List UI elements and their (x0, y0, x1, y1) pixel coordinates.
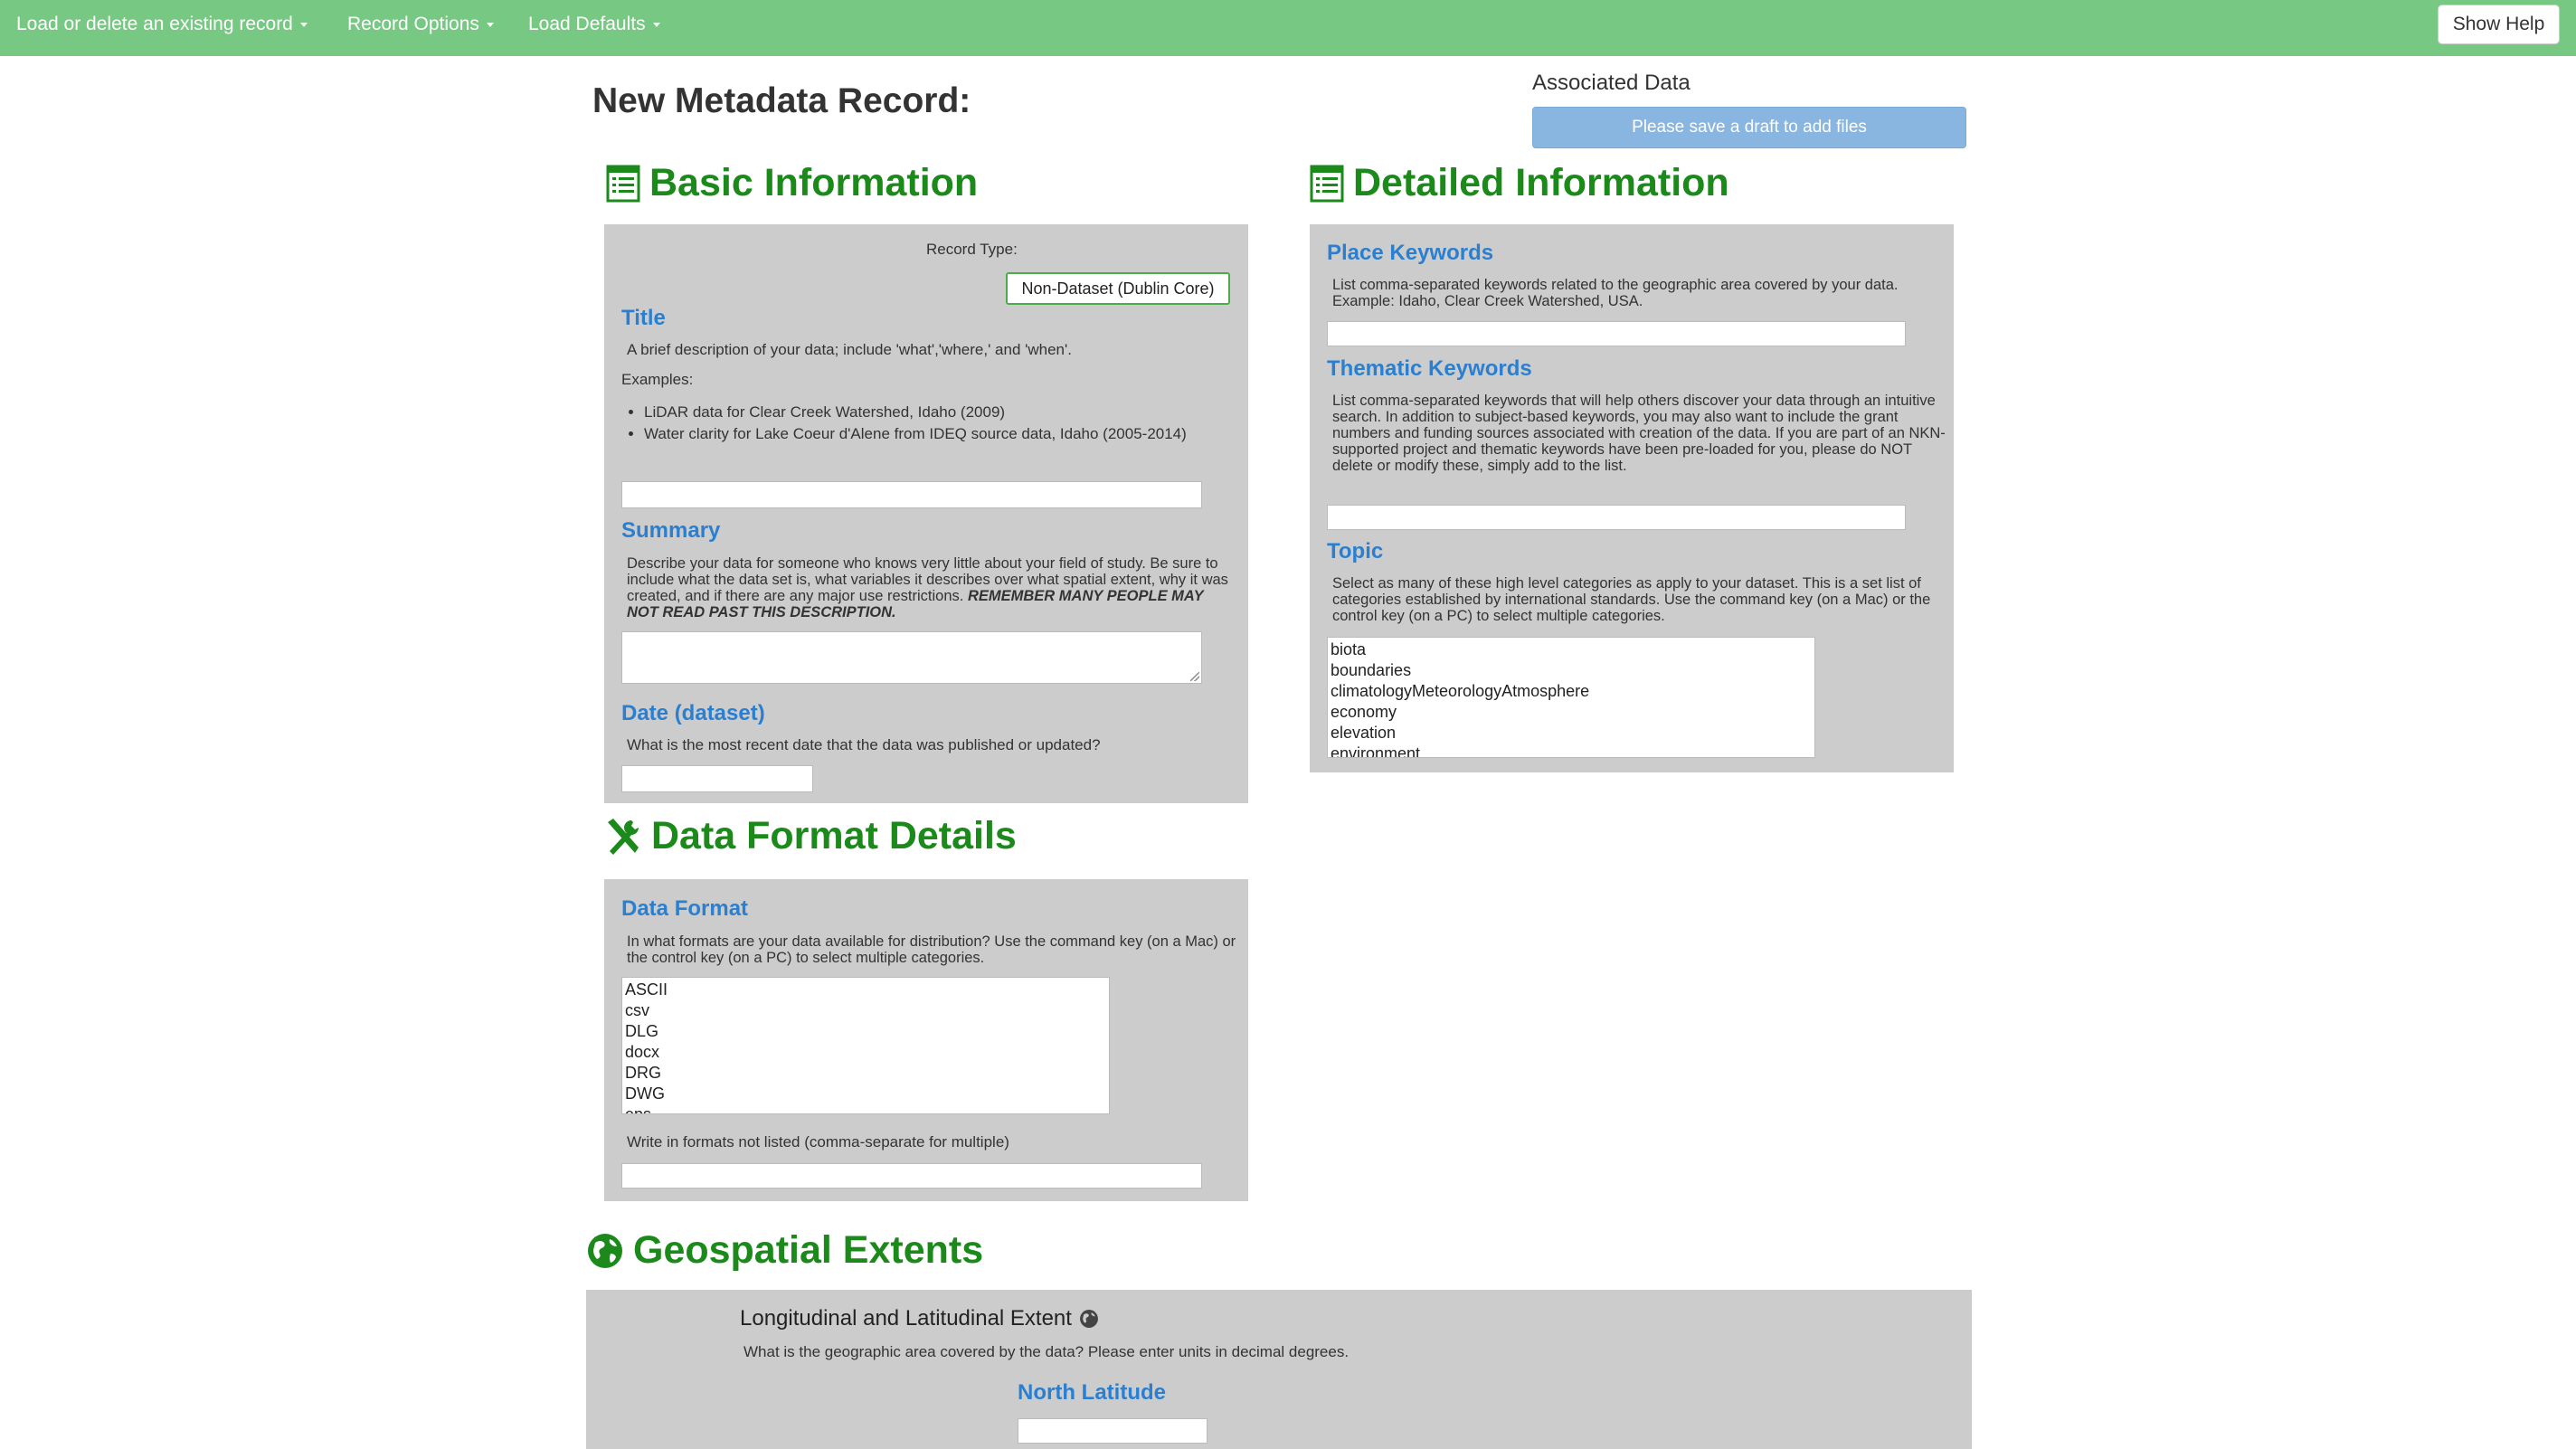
topic-label: Topic (1327, 539, 1384, 564)
geospatial-extents-title: Geospatial Extents (633, 1228, 984, 1272)
topic-option[interactable]: climatologyMeteorologyAtmosphere (1331, 681, 1812, 702)
nav-record-options-label: Record Options (347, 14, 479, 34)
title-examples-list: LiDAR data for Clear Creek Watershed, Id… (624, 402, 1230, 445)
basic-information-heading: Basic Information (606, 161, 978, 205)
nav-load-delete-label: Load or delete an existing record (16, 14, 293, 34)
list-icon (606, 165, 640, 202)
detailed-information-panel: Place Keywords List comma-separated keyw… (1310, 224, 1954, 772)
basic-information-panel: Record Type: Non-Dataset (Dublin Core) T… (604, 224, 1248, 803)
associated-data-label: Associated Data (1532, 71, 1690, 95)
geospatial-help: What is the geographic area covered by t… (743, 1343, 1350, 1360)
date-field-label: Date (dataset) (621, 701, 765, 725)
data-format-option[interactable]: docx (625, 1042, 1106, 1063)
nav-load-defaults-label: Load Defaults (528, 14, 646, 34)
lon-lat-extent-label: Longitudinal and Latitudinal Extent (740, 1306, 1072, 1331)
examples-label: Examples: (621, 371, 694, 388)
detailed-information-heading: Detailed Information (1310, 161, 1729, 205)
summary-field-label: Summary (621, 518, 721, 543)
geospatial-extents-panel: Longitudinal and Latitudinal Extent What… (586, 1290, 1972, 1449)
caret-down-icon (486, 22, 494, 27)
nav-load-delete-record[interactable]: Load or delete an existing record (16, 0, 308, 49)
thematic-keywords-help: List comma-separated keywords that will … (1332, 393, 1946, 474)
date-help: What is the most recent date that the da… (627, 736, 1101, 753)
caret-down-icon (299, 22, 308, 27)
data-format-details-title: Data Format Details (651, 814, 1017, 857)
summary-textarea[interactable] (621, 631, 1202, 684)
place-keywords-help: List comma-separated keywords related to… (1332, 277, 1899, 309)
data-format-panel: Data Format In what formats are your dat… (604, 879, 1248, 1201)
thematic-keywords-label: Thematic Keywords (1327, 356, 1532, 381)
title-example-item: Water clarity for Lake Coeur d'Alene fro… (644, 423, 1230, 445)
place-keywords-label: Place Keywords (1327, 241, 1494, 265)
data-format-help: In what formats are your data available … (627, 933, 1236, 966)
save-draft-to-add-files-button[interactable]: Please save a draft to add files (1532, 107, 1966, 148)
write-in-formats-label: Write in formats not listed (comma-separ… (627, 1133, 1009, 1151)
nav-load-defaults[interactable]: Load Defaults (528, 0, 660, 49)
show-help-button[interactable]: Show Help (2438, 5, 2560, 44)
caret-down-icon (652, 22, 660, 27)
data-format-field-label: Data Format (621, 896, 749, 921)
title-input[interactable] (621, 481, 1202, 508)
date-input[interactable] (621, 765, 813, 792)
data-format-option[interactable]: DRG (625, 1063, 1106, 1084)
north-latitude-label: North Latitude (1018, 1380, 1166, 1405)
lon-lat-extent-heading: Longitudinal and Latitudinal Extent (740, 1306, 1099, 1331)
nav-record-options[interactable]: Record Options (347, 0, 494, 49)
data-format-option[interactable]: eps (625, 1104, 1106, 1113)
topic-option[interactable]: elevation (1331, 723, 1812, 743)
topic-option[interactable]: biota (1331, 639, 1812, 660)
page-title: New Metadata Record: (592, 81, 971, 120)
data-format-option[interactable]: DLG (625, 1021, 1106, 1042)
summary-help: Describe your data for someone who knows… (627, 555, 1233, 620)
data-format-option[interactable]: csv (625, 1000, 1106, 1021)
wrench-screwdriver-icon (608, 818, 639, 855)
data-format-details-heading: Data Format Details (604, 814, 1017, 858)
data-format-option[interactable]: ASCII (625, 980, 1106, 1000)
topic-option[interactable]: economy (1331, 702, 1812, 723)
top-navbar: Load or delete an existing record Record… (0, 0, 2576, 56)
place-keywords-input[interactable] (1327, 321, 1906, 346)
data-format-listbox[interactable]: ASCII csv DLG docx DRG DWG eps (621, 977, 1110, 1114)
topic-option[interactable]: environment (1331, 743, 1812, 757)
title-example-item: LiDAR data for Clear Creek Watershed, Id… (644, 402, 1230, 423)
title-field-label: Title (621, 306, 666, 330)
resize-handle-icon[interactable] (1190, 672, 1199, 681)
globe-icon (1080, 1310, 1098, 1328)
title-help: A brief description of your data; includ… (627, 341, 1072, 358)
list-icon (1310, 165, 1344, 202)
detailed-information-title: Detailed Information (1353, 161, 1729, 204)
basic-information-title: Basic Information (649, 161, 979, 204)
record-type-select[interactable]: Non-Dataset (Dublin Core) (1006, 272, 1230, 305)
topic-option[interactable]: boundaries (1331, 660, 1812, 681)
thematic-keywords-input[interactable] (1327, 505, 1906, 530)
topic-listbox[interactable]: biota boundaries climatologyMeteorologyA… (1327, 637, 1815, 758)
record-type-label: Record Type: (926, 241, 1018, 258)
geospatial-extents-heading: Geospatial Extents (586, 1228, 983, 1273)
write-in-formats-input[interactable] (621, 1163, 1202, 1189)
globe-icon (588, 1233, 622, 1268)
north-latitude-input[interactable] (1018, 1418, 1208, 1444)
topic-help: Select as many of these high level categ… (1332, 575, 1931, 624)
data-format-option[interactable]: DWG (625, 1084, 1106, 1104)
